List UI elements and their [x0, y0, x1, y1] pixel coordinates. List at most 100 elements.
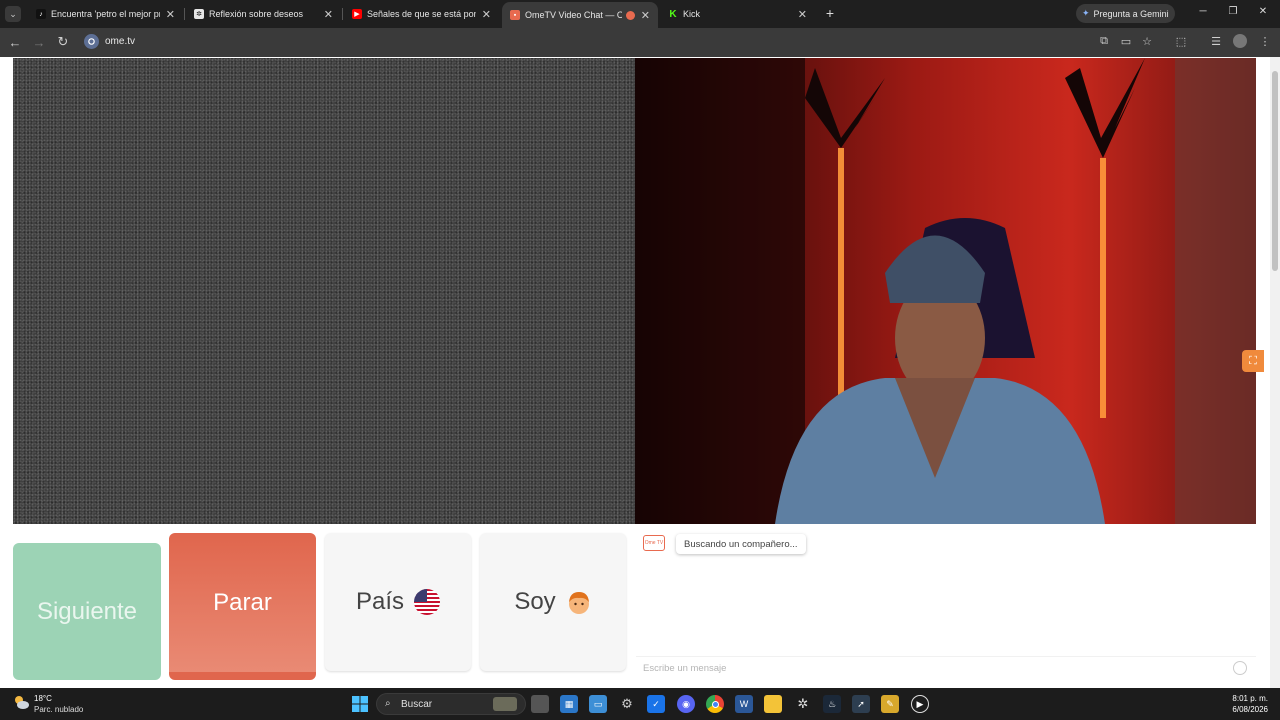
discord-icon[interactable]: ◉ — [677, 695, 695, 713]
site-info-icon[interactable] — [84, 34, 99, 49]
tab-2[interactable]: ✲ Reflexión sobre deseos ✕ — [186, 3, 341, 25]
microsoft-store-icon[interactable]: ▦ — [560, 695, 578, 713]
weather-temperature[interactable]: 18°C — [34, 694, 52, 703]
stop-button[interactable]: Parar — [169, 533, 316, 680]
restore-icon: ❐ — [1228, 6, 1238, 17]
close-icon[interactable]: ✕ — [166, 8, 175, 21]
recording-icon — [625, 10, 635, 20]
tab-label: Encuentra 'petro el mejor presi — [51, 9, 160, 19]
file-explorer-icon[interactable] — [764, 695, 782, 713]
emoji-picker-icon[interactable] — [1233, 661, 1247, 675]
profile-avatar[interactable] — [1233, 34, 1247, 48]
tab-label: Reflexión sobre deseos — [209, 9, 304, 19]
tiktok-icon: ♪ — [36, 9, 46, 19]
browser-tab-bar: ⌄ ♪ Encuentra 'petro el mejor presi ✕ ✲ … — [0, 0, 1280, 28]
notes-pencil-icon[interactable]: ✎ — [881, 695, 899, 713]
weather-description[interactable]: Parc. nublado — [34, 705, 83, 714]
chat-status-text: Buscando un compañero... — [684, 538, 798, 550]
tab-separator — [184, 8, 185, 20]
country-button[interactable]: País — [325, 533, 471, 671]
back-button[interactable]: ← — [7, 34, 23, 50]
youtube-icon: ▶ — [352, 9, 362, 19]
webcam-scene — [635, 58, 1256, 524]
minimize-button[interactable]: ─ — [1196, 6, 1210, 20]
taskbar-search-label: Buscar — [401, 699, 433, 710]
scrollbar-thumb[interactable] — [1272, 71, 1278, 271]
browser-toolbar — [0, 28, 1280, 57]
windows-taskbar — [0, 688, 1280, 720]
stop-label: Parar — [213, 588, 272, 616]
close-icon[interactable]: ✕ — [482, 8, 491, 21]
partner-video-static — [13, 58, 635, 524]
search-highlight-image — [493, 697, 517, 711]
close-icon[interactable]: ✕ — [324, 8, 333, 21]
next-button[interactable]: Siguiente — [13, 543, 161, 680]
tab-search-button[interactable]: ⌄ — [5, 6, 21, 22]
clock-date[interactable]: 6/08/2026 — [1232, 705, 1268, 714]
clock-time[interactable]: 8:01 p. m. — [1232, 694, 1268, 703]
chatgpt-app-icon[interactable]: ✲ — [794, 695, 812, 713]
restore-button[interactable]: ❐ — [1226, 6, 1240, 20]
word-icon[interactable]: W — [735, 695, 753, 713]
chevron-down-icon: ⌄ — [9, 8, 17, 19]
logo-text: Ome TV — [644, 540, 664, 546]
self-webcam-video — [635, 58, 1256, 524]
bookmark-star-icon[interactable]: ☆ — [1140, 34, 1154, 48]
close-icon[interactable]: ✕ — [798, 8, 807, 21]
close-window-button[interactable]: ✕ — [1256, 6, 1270, 20]
gender-button[interactable]: Soy — [480, 533, 626, 671]
gemini-label: Pregunta a Gemini — [1093, 8, 1169, 19]
settings-gear-icon[interactable]: ⚙ — [618, 695, 636, 713]
page-scrollbar[interactable] — [1270, 57, 1280, 688]
ometv-icon: ▪ — [510, 10, 520, 20]
close-icon[interactable]: ✕ — [641, 9, 650, 22]
tab-4-active[interactable]: ▪ OmeTV Video Chat — Ome ✕ — [502, 2, 658, 28]
tab-label: Señales de que se está ponienc — [367, 9, 476, 19]
more-menu-icon[interactable]: ⋮ — [1258, 34, 1272, 48]
forward-button[interactable]: → — [31, 34, 47, 50]
plus-icon: + — [825, 5, 835, 21]
message-input[interactable] — [636, 656, 1256, 680]
minimize-icon: ─ — [1199, 6, 1207, 17]
reload-button[interactable]: ↻ — [55, 34, 71, 50]
chat-status-bubble: Buscando un compañero... — [676, 534, 806, 554]
arrow-right-icon: → — [32, 34, 46, 50]
media-player-icon[interactable]: ▶ — [911, 695, 929, 713]
tab-5[interactable]: K Kick ✕ — [660, 3, 815, 25]
security-shield-icon[interactable]: ✓ — [647, 695, 665, 713]
steam-icon[interactable]: ♨ — [823, 695, 841, 713]
tab-label: Kick — [683, 9, 701, 19]
next-label: Siguiente — [36, 597, 138, 625]
tab-3[interactable]: ▶ Señales de que se está ponienc ✕ — [344, 3, 499, 25]
cast-icon[interactable]: ▭ — [1119, 34, 1133, 48]
tab-1[interactable]: ♪ Encuentra 'petro el mejor presi ✕ — [28, 3, 183, 25]
new-tab-button[interactable]: + — [822, 5, 838, 21]
close-icon: ✕ — [1258, 6, 1268, 17]
tab-separator — [342, 8, 343, 20]
extensions-icon[interactable]: ⬚ — [1174, 34, 1188, 48]
gemini-sparkle-icon: ✦ — [1082, 8, 1090, 18]
scan-icon: ⛶ — [1249, 354, 1257, 367]
boy-face-icon — [566, 589, 592, 615]
kick-icon: K — [668, 8, 678, 20]
screenshot-report-button[interactable]: ⛶ — [1242, 350, 1264, 372]
ometv-logo: Ome TV — [643, 535, 665, 551]
photos-icon[interactable]: ▭ — [589, 695, 607, 713]
search-icon: ⌕ — [385, 698, 391, 709]
address-bar[interactable]: ome.tv — [105, 36, 135, 47]
arrow-left-icon: ← — [8, 34, 22, 50]
tab-label: OmeTV Video Chat — Ome — [525, 10, 622, 20]
weather-icon[interactable] — [12, 694, 30, 710]
windows-start-icon[interactable] — [351, 695, 369, 713]
task-view-icon[interactable] — [531, 695, 549, 713]
tune-icon — [88, 38, 95, 45]
country-label: País — [355, 588, 405, 615]
translate-icon[interactable]: ⧉ — [1097, 34, 1111, 48]
gemini-button[interactable]: ✦ Pregunta a Gemini — [1076, 4, 1175, 23]
chatgpt-icon: ✲ — [194, 9, 204, 19]
us-flag-icon — [414, 589, 441, 615]
app-arrow-icon[interactable]: ➚ — [852, 695, 870, 713]
chrome-center-icon — [711, 700, 719, 708]
chrome-icon[interactable] — [706, 695, 724, 713]
reading-list-icon[interactable]: ☰ — [1209, 34, 1223, 48]
